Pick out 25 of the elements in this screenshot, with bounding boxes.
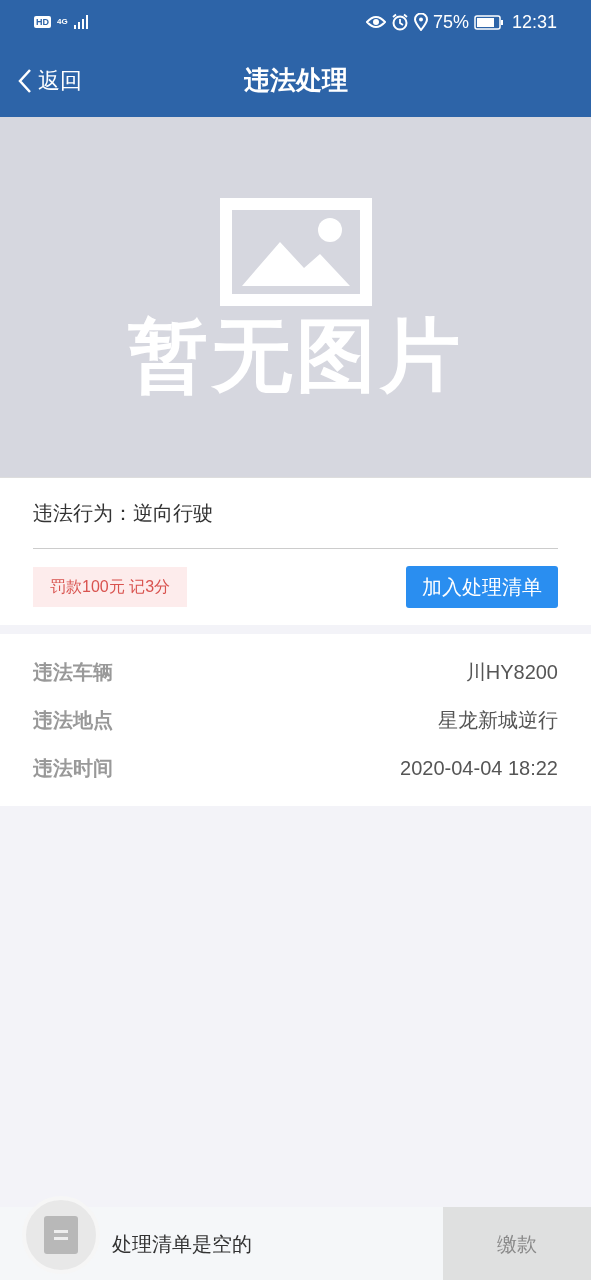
list-icon bbox=[44, 1216, 78, 1254]
image-placeholder-icon bbox=[219, 198, 372, 306]
detail-label: 违法车辆 bbox=[33, 660, 113, 685]
cart-status-text: 处理清单是空的 bbox=[112, 1231, 252, 1257]
clock-time: 12:31 bbox=[511, 10, 557, 34]
battery-icon bbox=[473, 14, 504, 30]
battery-percent: 75% bbox=[432, 10, 469, 34]
page-title: 违法处理 bbox=[243, 64, 348, 97]
signal-icon bbox=[73, 15, 90, 29]
detail-value: 2020-04-04 18:22 bbox=[400, 756, 558, 781]
add-to-list-button[interactable]: 加入处理清单 bbox=[406, 566, 558, 608]
eye-icon bbox=[365, 15, 386, 29]
network-type: 4G bbox=[57, 18, 68, 26]
detail-label: 违法时间 bbox=[33, 756, 113, 781]
location-icon bbox=[413, 13, 428, 31]
detail-label: 违法地点 bbox=[33, 708, 113, 733]
detail-value: 川HY8200 bbox=[465, 660, 558, 685]
hd-icon: HD bbox=[34, 16, 51, 28]
pay-button: 缴款 bbox=[443, 1207, 591, 1280]
penalty-tag: 罚款100元 记3分 bbox=[33, 567, 188, 607]
back-button[interactable]: 返回 bbox=[18, 64, 82, 97]
violation-behavior: 违法行为：逆向行驶 bbox=[33, 501, 213, 526]
detail-value: 星龙新城逆行 bbox=[438, 708, 558, 733]
alarm-icon bbox=[390, 13, 409, 31]
back-chevron-icon bbox=[18, 67, 32, 94]
